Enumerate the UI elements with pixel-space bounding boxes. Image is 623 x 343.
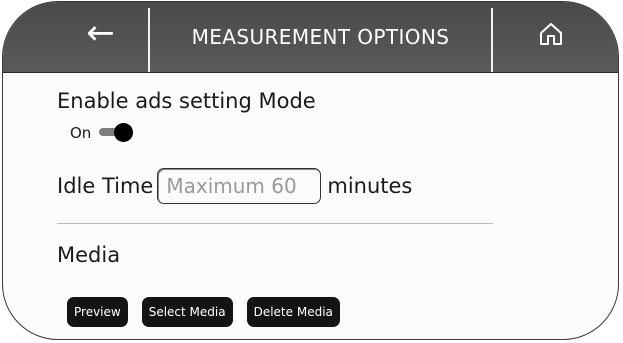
header-bar: ← MEASUREMENT OPTIONS [3,2,618,73]
arrow-left-icon: ← [86,13,115,53]
delete-media-button[interactable]: Delete Media [246,297,340,327]
back-button[interactable]: ← [73,2,148,72]
device-frame: ← MEASUREMENT OPTIONS Enable ads setting… [2,1,619,340]
idle-time-input[interactable] [157,168,322,204]
ads-toggle-row: On [70,123,134,142]
media-button-group: Preview Select Media Delete Media [67,297,340,327]
section-divider [57,223,493,224]
ads-setting-label: Enable ads setting Mode [57,89,316,113]
idle-time-label: Idle Time [57,174,154,198]
home-button[interactable] [493,2,618,72]
idle-time-row: Idle Time minutes [57,168,412,204]
media-label: Media [57,243,121,267]
toggle-state-label: On [70,124,92,142]
ads-mode-toggle[interactable] [99,123,134,142]
toggle-knob [114,123,134,142]
preview-button[interactable]: Preview [67,297,128,327]
idle-time-unit: minutes [327,174,413,198]
select-media-button[interactable]: Select Media [141,297,233,327]
home-icon [539,23,562,45]
page-title: MEASUREMENT OPTIONS [191,25,450,49]
